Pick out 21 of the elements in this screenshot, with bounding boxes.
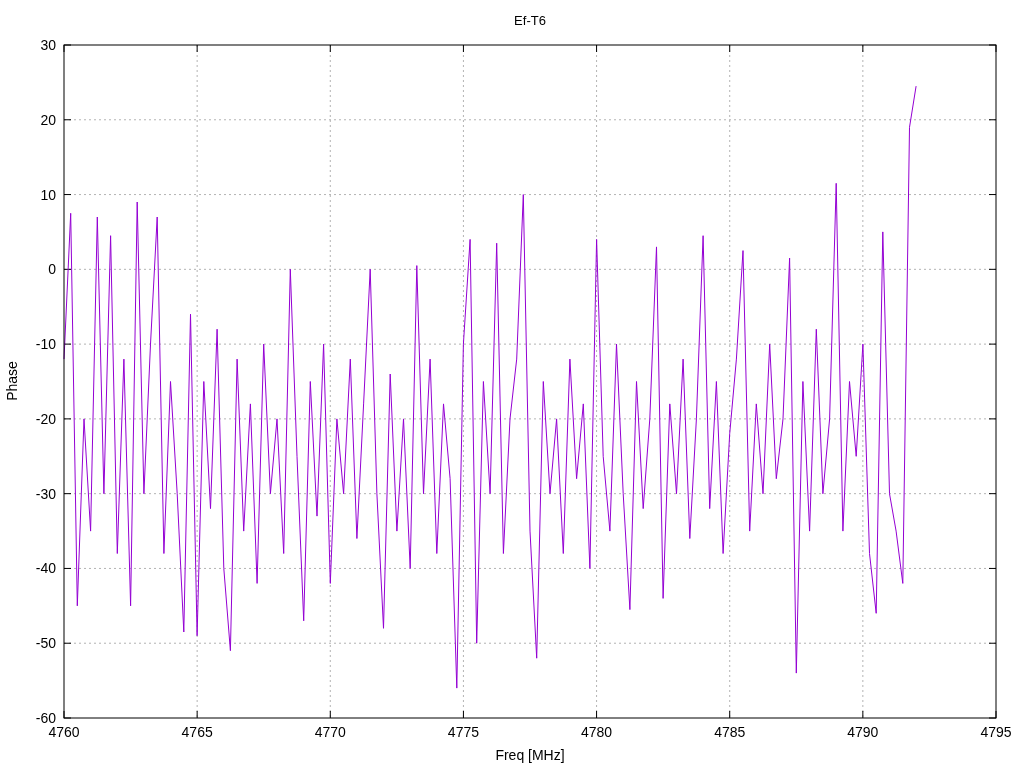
y-tick-label: -30 [35,485,56,502]
x-tick-label: 4775 [447,724,479,740]
y-tick-label: -20 [35,410,56,427]
y-tick-label: 0 [48,261,56,278]
x-tick-label: 4785 [714,724,746,740]
x-tick-label: 4790 [847,724,879,740]
y-tick-label: -60 [35,710,56,726]
y-tick-label: -10 [35,336,56,353]
x-tick-label: 4770 [314,724,346,740]
x-tick-label: 4765 [181,724,213,740]
y-tick-label: 30 [40,37,56,53]
y-tick-label: -50 [35,635,56,652]
chart-title: Ef-T6 [514,13,546,28]
x-axis-label: Freq [MHz] [495,747,565,763]
x-tick-label: 4795 [980,724,1012,740]
y-tick-label: 20 [40,111,56,128]
x-tick-label: 4780 [581,724,613,740]
x-tick-label: 4760 [48,724,80,740]
y-tick-label: 10 [40,186,56,203]
y-tick-label: -40 [35,560,56,577]
y-axis-label: Phase [4,361,20,401]
